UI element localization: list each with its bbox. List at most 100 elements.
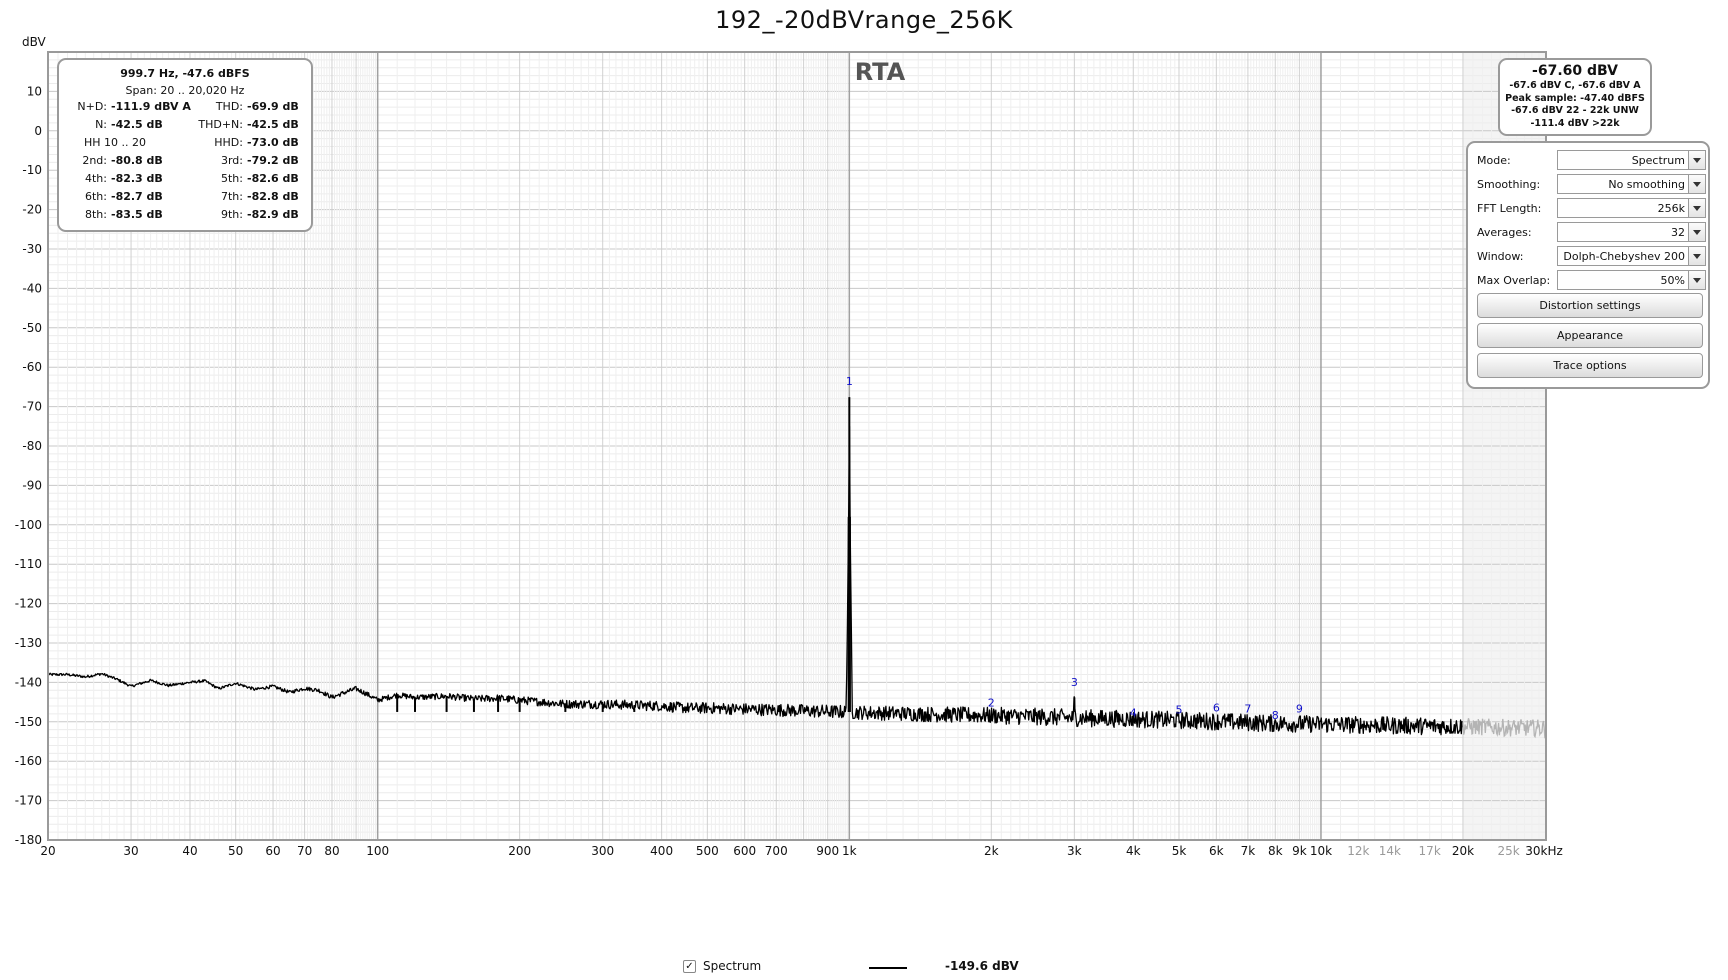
harmonic-marker-label: 4 [1130,707,1137,720]
harmonic-marker-label: 1 [846,375,853,388]
stat-label: 5th: [221,172,243,185]
x-tick-label: 14k [1379,844,1401,858]
chevron-down-icon[interactable] [1688,223,1705,241]
level-line: -67.6 dBV C, -67.6 dBV A [1509,80,1641,91]
harmonic-marker-label: 7 [1244,703,1251,716]
chevron-down-icon[interactable] [1688,199,1705,217]
x-tick-label: 400 [650,844,673,858]
x-tick-label: 17k [1419,844,1441,858]
stat-value: -73.0 dB [247,136,299,149]
stat-value: -69.9 dB [247,100,299,113]
x-tick-label: 7k [1241,844,1256,858]
legend-series-value: -149.6 dBV [945,959,1019,973]
legend-line-swatch [869,967,907,969]
x-tick-label: 8k [1268,844,1283,858]
x-tick-label: 12k [1347,844,1369,858]
y-tick-label: -10 [22,163,42,177]
mode-select[interactable]: Spectrum [1557,150,1706,170]
x-tick-label: 2k [984,844,999,858]
trace-options-button[interactable]: Trace options [1477,353,1703,378]
x-axis-unit: 30kHz [1525,844,1563,858]
stat-label: 6th: [85,190,107,203]
x-tick-label: 5k [1172,844,1187,858]
stat-value: -82.9 dB [247,208,299,221]
window-select[interactable]: Dolph-Chebyshev 200 [1557,246,1706,266]
fft-length-label: FFT Length: [1477,202,1542,215]
x-tick-label: 20k [1452,844,1474,858]
span-readout: Span: 20 .. 20,020 Hz [125,84,245,97]
level-line: -111.4 dBV >22k [1530,117,1620,129]
x-tick-label: 80 [324,844,339,858]
x-tick-label: 1k [842,844,857,858]
x-tick-label: 9k [1292,844,1307,858]
x-tick-label: 3k [1067,844,1082,858]
stat-label: N+D: [77,100,107,113]
x-tick-label: 40 [182,844,197,858]
stat-label: HH 10 .. 20 [83,136,147,149]
stat-label: THD: [215,100,243,113]
y-tick-label: -60 [22,360,42,374]
smoothing-select[interactable]: No smoothing [1557,174,1706,194]
x-tick-label: 100 [366,844,389,858]
y-tick-label: -80 [22,439,42,453]
mode-row: Mode: Spectrum [1476,150,1706,170]
harmonic-marker-label: 8 [1272,709,1279,722]
y-tick-label: -150 [15,715,42,729]
harmonic-marker-label: 5 [1175,703,1182,716]
y-tick-label: -50 [22,321,42,335]
stat-label: 2nd: [82,154,107,167]
y-tick-label: 0 [34,124,42,138]
chevron-down-icon[interactable] [1688,271,1705,289]
smoothing-label: Smoothing: [1477,178,1541,191]
level-main-value: -67.60 dBV [1532,63,1618,79]
chevron-down-icon[interactable] [1688,247,1705,265]
mode-label: Mode: [1477,154,1511,167]
max-overlap-label: Max Overlap: [1477,274,1551,287]
level-line: -67.6 dBV 22 - 22k UNW [1511,105,1639,116]
stat-label: THD+N: [198,118,243,131]
rta-controls-panel: Mode: Spectrum Smoothing: No smoothing F… [1466,141,1710,389]
x-tick-label: 25k [1498,844,1520,858]
x-tick-label: 500 [696,844,719,858]
stat-label: N: [95,118,107,131]
legend-series-name: Spectrum [703,959,762,973]
stat-value: -111.9 dBV A [111,100,191,113]
stat-value: -82.6 dB [247,172,299,185]
chart-title: RTA [855,58,906,86]
window-value: Dolph-Chebyshev 200 [1563,250,1685,263]
level-readout-panel: -67.60 dBV -67.6 dBV C, -67.6 dBV A Peak… [1498,58,1652,136]
x-tick-label: 6k [1209,844,1224,858]
stat-label: 8th: [85,208,107,221]
x-tick-label: 4k [1126,844,1141,858]
y-tick-label: -170 [15,794,42,808]
stat-value: -79.2 dB [247,154,299,167]
chevron-down-icon[interactable] [1688,175,1705,193]
stat-label: 9th: [221,208,243,221]
appearance-button[interactable]: Appearance [1477,323,1703,348]
y-tick-label: -20 [22,203,42,217]
y-tick-label: -40 [22,281,42,295]
x-tick-label: 900 [816,844,839,858]
chevron-down-icon[interactable] [1688,151,1705,169]
y-tick-label: -160 [15,754,42,768]
mode-value: Spectrum [1631,154,1685,167]
fft-length-select[interactable]: 256k [1557,198,1706,218]
x-tick-label: 50 [228,844,243,858]
x-tick-label: 70 [297,844,312,858]
harmonic-marker-label: 9 [1296,703,1303,716]
spectrum-checkbox[interactable]: ✓ [683,960,696,973]
stats-grid: N+D: -111.9 dBV A THD: -69.9 dB N: -42.5 dB TH… [59,99,311,222]
y-tick-label: -120 [15,597,42,611]
harmonic-marker-label: 2 [988,696,995,709]
y-tick-label: -30 [22,242,42,256]
stat-value: -82.8 dB [247,190,299,203]
distortion-settings-button[interactable]: Distortion settings [1477,293,1703,318]
y-tick-label: -70 [22,400,42,414]
max-overlap-select[interactable]: 50% [1557,270,1706,290]
y-tick-label: -180 [15,833,42,847]
x-tick-label: 200 [508,844,531,858]
x-tick-label: 60 [265,844,280,858]
stat-label: 7th: [221,190,243,203]
x-tick-label: 20 [40,844,55,858]
averages-select[interactable]: 32 [1557,222,1706,242]
